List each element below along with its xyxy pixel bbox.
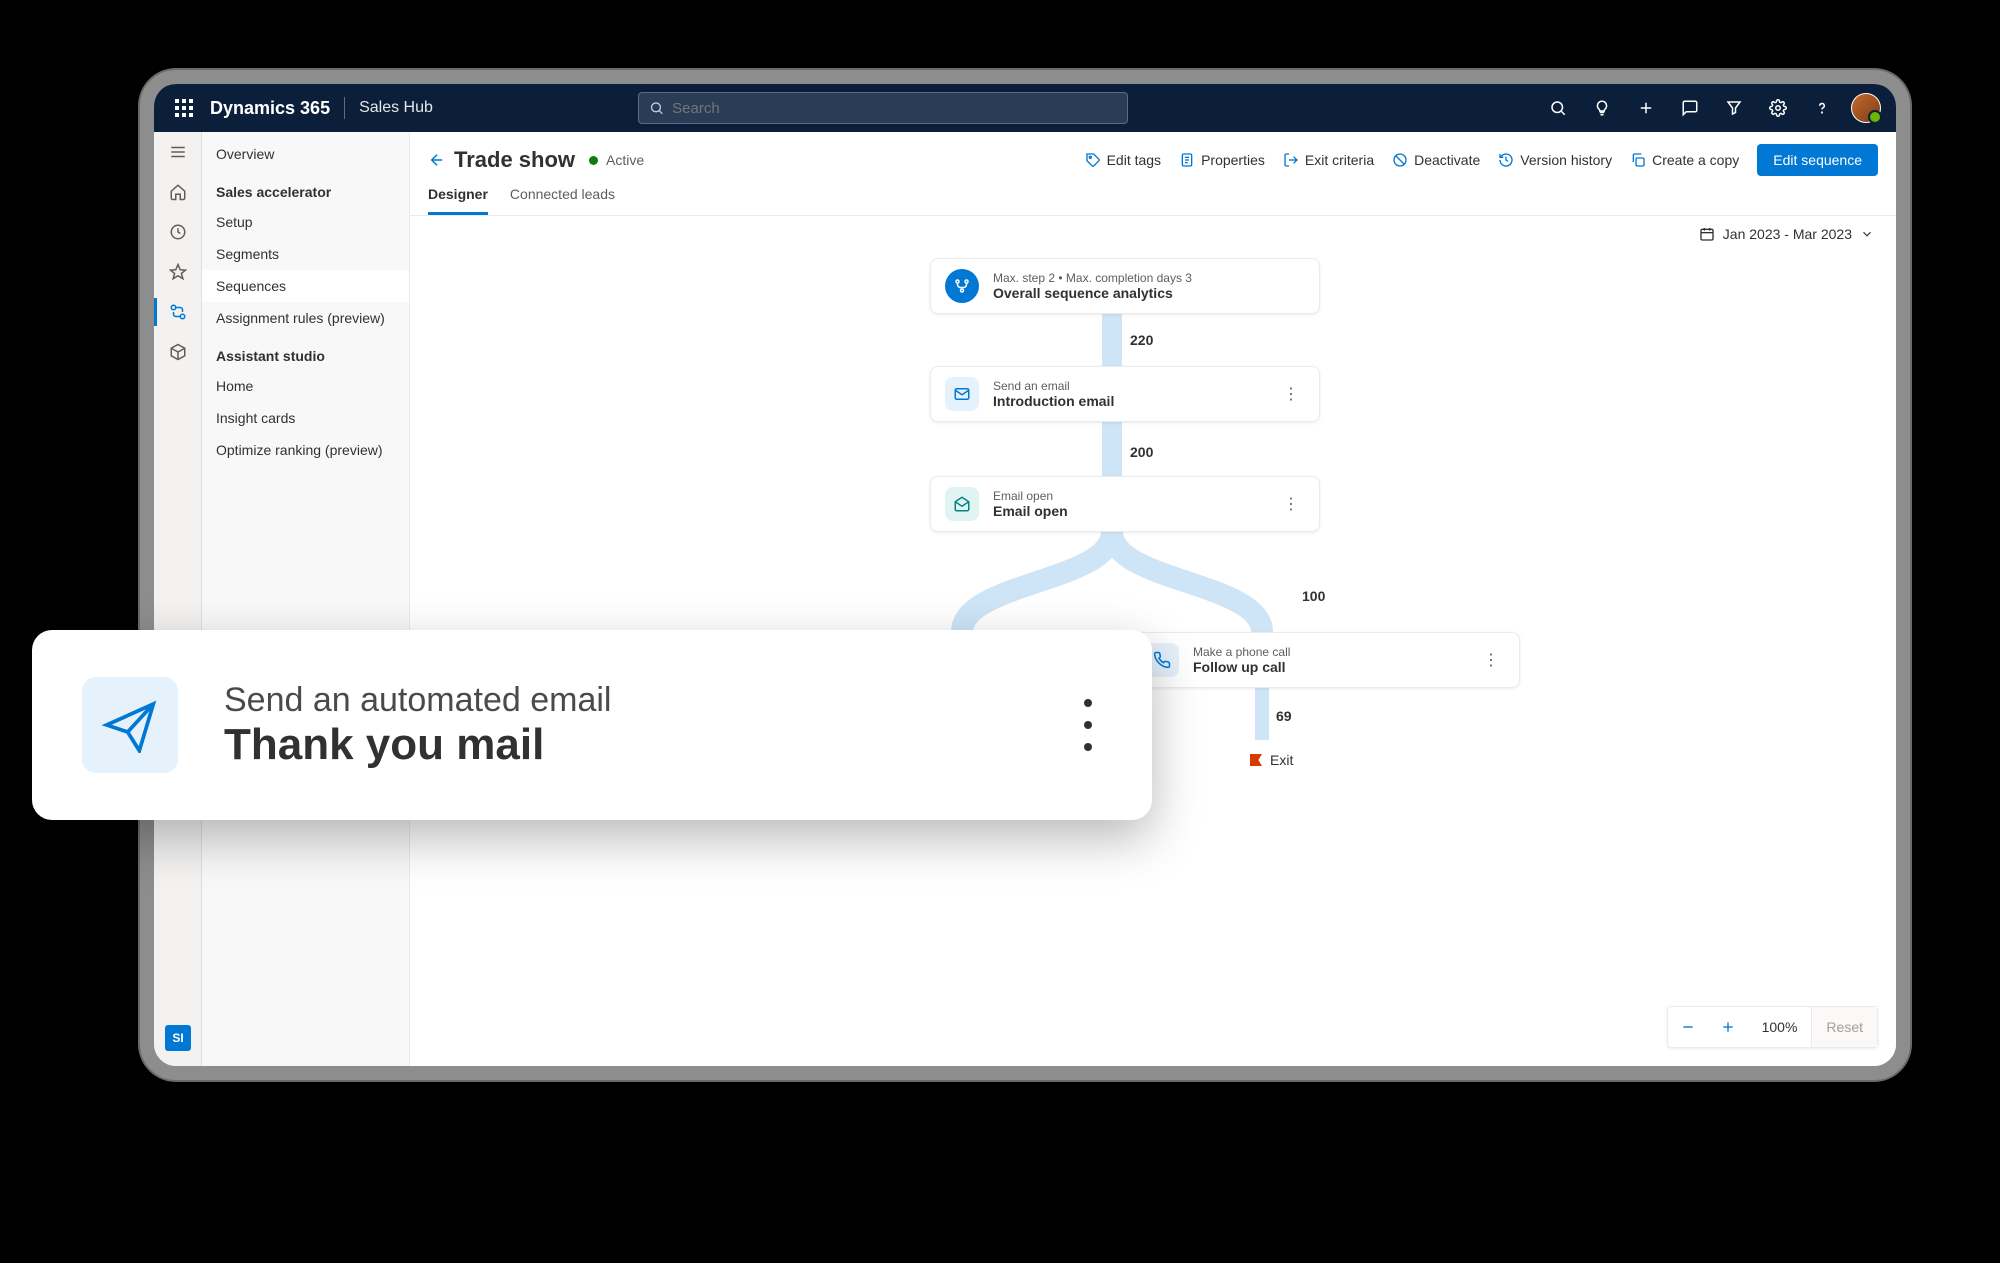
count-200: 200 [1130, 444, 1153, 460]
exit-marker: Exit [1250, 752, 1293, 768]
page-header: Trade show Active Edit tags Properties E… [410, 132, 1896, 176]
cmd-create-copy[interactable]: Create a copy [1630, 152, 1739, 168]
node-intro-sub: Send an email [993, 379, 1114, 393]
zoom-reset-button[interactable]: Reset [1811, 1007, 1877, 1047]
icon-rail: SI [154, 132, 202, 1066]
sidebar-item-optimize-ranking[interactable]: Optimize ranking (preview) [202, 434, 409, 466]
topbar: Dynamics 365 Sales Hub [154, 84, 1896, 132]
sidebar-item-segments[interactable]: Segments [202, 238, 409, 270]
overlay-text: Send an automated email Thank you mail [224, 681, 611, 770]
menu-toggle-icon[interactable] [154, 132, 202, 172]
node-open-title: Email open [993, 503, 1068, 519]
global-search[interactable] [638, 92, 1128, 124]
sidebar-item-assignment-rules[interactable]: Assignment rules (preview) [202, 302, 409, 334]
node-intro-email[interactable]: Send an email Introduction email ⋮ [930, 366, 1320, 422]
lightbulb-icon[interactable] [1582, 88, 1622, 128]
content-tabs: Designer Connected leads [410, 176, 1896, 216]
node-overall-analytics[interactable]: Max. step 2 • Max. completion days 3 Ove… [930, 258, 1320, 314]
sidebar-section-assistant-studio: Assistant studio [202, 334, 409, 370]
sidebar-item-sequences[interactable]: Sequences [202, 270, 409, 302]
date-range-picker[interactable]: Jan 2023 - Mar 2023 [1699, 226, 1874, 242]
home-icon[interactable] [154, 172, 202, 212]
sidebar: Overview Sales accelerator Setup Segment… [202, 132, 410, 1066]
calendar-icon [1699, 226, 1715, 242]
node-follow-title: Follow up call [1193, 659, 1290, 675]
edit-sequence-button[interactable]: Edit sequence [1757, 144, 1878, 176]
topbar-actions [1538, 88, 1886, 128]
overlay-title: Thank you mail [224, 720, 611, 770]
count-69: 69 [1276, 708, 1292, 724]
overlay-sub: Send an automated email [224, 681, 611, 720]
node-intro-menu[interactable]: ⋮ [1277, 380, 1305, 408]
cmd-edit-tags[interactable]: Edit tags [1085, 152, 1161, 168]
tab-designer[interactable]: Designer [428, 186, 488, 215]
app-launcher-icon[interactable] [164, 99, 204, 117]
search-input[interactable] [672, 100, 1117, 117]
pinned-icon[interactable] [154, 252, 202, 292]
brand-divider [344, 97, 345, 119]
settings-icon[interactable] [1758, 88, 1798, 128]
device-frame: Dynamics 365 Sales Hub SI [140, 70, 1910, 1080]
chat-icon[interactable] [1670, 88, 1710, 128]
node-email-open[interactable]: Email open Email open ⋮ [930, 476, 1320, 532]
node-open-sub: Email open [993, 489, 1068, 503]
cube-icon[interactable] [154, 332, 202, 372]
node-overall-sub: Max. step 2 • Max. completion days 3 [993, 271, 1192, 285]
sequences-rail-icon[interactable] [154, 292, 202, 332]
zoom-value: 100% [1748, 1019, 1812, 1035]
main-area: Trade show Active Edit tags Properties E… [410, 132, 1896, 1066]
sidebar-item-setup[interactable]: Setup [202, 206, 409, 238]
date-range-row: Jan 2023 - Mar 2023 [410, 216, 1896, 252]
overlay-step-card[interactable]: Send an automated email Thank you mail [32, 630, 1152, 820]
analytics-icon [945, 269, 979, 303]
exit-label: Exit [1270, 752, 1293, 768]
node-follow-sub: Make a phone call [1193, 645, 1290, 659]
chevron-down-icon [1860, 227, 1874, 241]
zoom-out-button[interactable] [1668, 1007, 1708, 1047]
email-open-icon [945, 487, 979, 521]
zoom-in-button[interactable] [1708, 1007, 1748, 1047]
node-intro-title: Introduction email [993, 393, 1114, 409]
search-icon [649, 100, 664, 116]
back-arrow-icon[interactable] [428, 151, 446, 169]
sidebar-item-home[interactable]: Home [202, 370, 409, 402]
page-title: Trade show [454, 147, 575, 173]
status-text: Active [606, 152, 644, 168]
sidebar-item-overview[interactable]: Overview [202, 138, 409, 170]
help-icon[interactable] [1802, 88, 1842, 128]
node-open-menu[interactable]: ⋮ [1277, 490, 1305, 518]
cmd-deactivate[interactable]: Deactivate [1392, 152, 1480, 168]
brand-subtitle[interactable]: Sales Hub [359, 99, 433, 117]
date-range-text: Jan 2023 - Mar 2023 [1723, 226, 1852, 242]
exit-flag-icon [1250, 754, 1262, 766]
brand-title: Dynamics 365 [210, 98, 330, 119]
area-switcher[interactable]: SI [154, 1018, 202, 1058]
cmd-exit-criteria[interactable]: Exit criteria [1283, 152, 1374, 168]
recent-icon[interactable] [154, 212, 202, 252]
cmd-version-history[interactable]: Version history [1498, 152, 1612, 168]
status-indicator [589, 156, 598, 165]
count-220: 220 [1130, 332, 1153, 348]
count-100: 100 [1302, 588, 1325, 604]
app-body: SI Overview Sales accelerator Setup Segm… [154, 132, 1896, 1066]
plus-icon[interactable] [1626, 88, 1666, 128]
user-avatar[interactable] [1846, 88, 1886, 128]
zoom-controls: 100% Reset [1667, 1006, 1878, 1048]
node-overall-title: Overall sequence analytics [993, 285, 1192, 301]
overlay-more-menu[interactable] [1084, 699, 1092, 751]
filter-icon[interactable] [1714, 88, 1754, 128]
command-bar: Edit tags Properties Exit criteria Deact… [1085, 144, 1878, 176]
sidebar-section-sales-accelerator: Sales accelerator [202, 170, 409, 206]
email-icon [945, 377, 979, 411]
node-follow-menu[interactable]: ⋮ [1477, 646, 1505, 674]
sidebar-item-insight-cards[interactable]: Insight cards [202, 402, 409, 434]
send-icon [82, 677, 178, 773]
search-icon-btn[interactable] [1538, 88, 1578, 128]
tab-connected-leads[interactable]: Connected leads [510, 186, 615, 215]
cmd-properties[interactable]: Properties [1179, 152, 1265, 168]
node-follow-up-call[interactable]: Make a phone call Follow up call ⋮ [1130, 632, 1520, 688]
